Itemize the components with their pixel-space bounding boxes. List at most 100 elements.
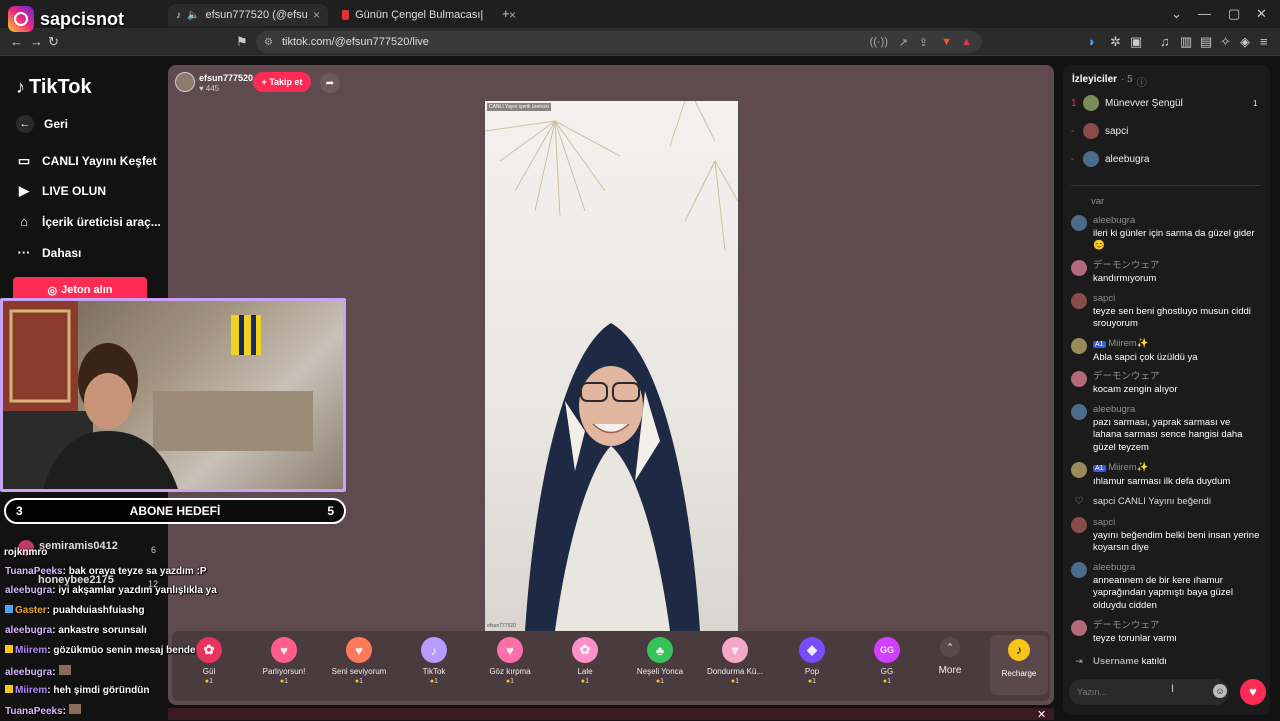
avatar[interactable] <box>1071 404 1087 420</box>
sidebar-icon[interactable]: ▥ <box>1180 28 1192 56</box>
wallet-icon[interactable]: ▤ <box>1200 28 1212 56</box>
bookmark-icon[interactable]: ⚑ <box>236 28 248 56</box>
tab-close-icon[interactable]: × <box>313 8 320 22</box>
screenshot-icon[interactable]: ▣ <box>1130 28 1142 56</box>
gift-cost: ●1 <box>655 678 665 685</box>
gift-seni-seviyorum[interactable]: ♥ Seni seviyorum ●1 <box>324 637 394 685</box>
cast-icon[interactable]: ((·)) <box>870 36 888 48</box>
gift-lale[interactable]: ✿ Lale ●1 <box>550 637 620 685</box>
divider <box>1071 185 1261 186</box>
subscriber-goal: 3 ABONE HEDEFİ 5 <box>4 498 346 524</box>
chat-message: デーモンウェア kandırmıyorum <box>1071 260 1261 285</box>
live-video[interactable]: CANLI Yayın içerik üreticisi efsun777520 <box>485 101 738 631</box>
host-avatar[interactable] <box>175 72 195 92</box>
avatar[interactable] <box>1071 462 1087 478</box>
forward-icon[interactable]: → <box>30 28 43 56</box>
avatar[interactable] <box>1071 371 1087 387</box>
like-heart-button[interactable]: ♥ <box>1240 679 1266 705</box>
follow-button[interactable]: + Takip et <box>253 72 311 92</box>
join-icon: ⇥ <box>1075 656 1083 666</box>
gift-gg[interactable]: GG GG ●1 <box>852 637 922 685</box>
viewer-row[interactable]: - aleebugra <box>1071 151 1149 167</box>
host-name[interactable]: efsun777520 <box>199 73 253 83</box>
leo-icon[interactable]: ✧ <box>1220 28 1231 56</box>
badge-icon <box>5 605 13 613</box>
chat-input[interactable]: Yazın... I ☺ <box>1069 679 1229 705</box>
reload-icon[interactable]: ↻ <box>48 28 59 56</box>
heart-icon: ♥ <box>199 84 204 93</box>
overlay-chat-line: TuanaPeeks: <box>5 704 81 717</box>
level-badge: A1 <box>1093 341 1106 348</box>
external-icon[interactable]: ↗ <box>899 36 908 49</box>
tab-tiktok[interactable]: ♪ 🔈 efsun777520 (@efsun777520) × <box>168 4 328 26</box>
avatar[interactable] <box>1071 260 1087 276</box>
tab-close-icon[interactable]: × <box>509 8 516 22</box>
gift-pop[interactable]: ◆ Pop ●1 <box>777 637 847 685</box>
chat-message: デーモンウェア kocam zengin alıyor <box>1071 371 1261 396</box>
viewer-row[interactable]: 1 Münevver Şengül 1 <box>1071 95 1257 111</box>
new-tab-button[interactable]: + <box>502 0 510 28</box>
arrow-left-icon: ← <box>16 115 34 133</box>
chat-message: A1 Miirem✨ Abla sapci çok üzüldü ya <box>1071 338 1261 364</box>
address-bar[interactable]: ⚙ tiktok.com/@efsun777520/live ((·)) ↗ ⇪… <box>256 31 982 53</box>
maximize-icon[interactable]: ▢ <box>1228 0 1240 28</box>
gift-cost: ●1 <box>505 678 515 685</box>
tab-bulmaca[interactable]: Günün Çengel Bulmacası| HT Bulmac <box>334 4 494 26</box>
menu-icon[interactable]: ≡ <box>1260 28 1268 56</box>
avatar[interactable] <box>1071 215 1087 231</box>
coin-recharge-icon: ♪ <box>1008 639 1030 661</box>
share-icon[interactable]: ⇪ <box>919 36 928 49</box>
emoji-icon[interactable]: ☺ <box>1213 684 1227 698</box>
more-gifts-button[interactable]: ⌃ More <box>920 637 980 676</box>
gift-dondurma[interactable]: ▼ Dondurma Kü... ●1 <box>700 637 770 685</box>
vpn-icon[interactable]: ◈ <box>1240 28 1250 56</box>
gift-parliyorsun[interactable]: ♥ Parlıyorsun! ●1 <box>249 637 319 685</box>
gift-bar: ✿ Gül ●1 ♥ Parlıyorsun! ●1 ♥ Seni seviyo… <box>172 631 1050 701</box>
viewer-row[interactable]: - sapci <box>1071 123 1128 139</box>
chat-message: aleebugra anneannem de bir kere ıhamur ya… <box>1071 562 1261 612</box>
chat-message: デーモンウェア teyze torunlar varmı <box>1071 620 1261 645</box>
back-icon[interactable]: ← <box>10 28 23 56</box>
recharge-button[interactable]: ♪ Recharge <box>990 635 1048 695</box>
overlay-chat-line: Gaster: puahduiashfuiashg <box>5 605 144 616</box>
gg-icon: GG <box>874 637 900 663</box>
close-window-icon[interactable]: ✕ <box>1256 0 1267 28</box>
avatar[interactable] <box>1071 562 1087 578</box>
avatar[interactable] <box>1071 293 1087 309</box>
coin-icon: ◎ <box>47 284 58 297</box>
close-banner-icon[interactable]: ✕ <box>1037 708 1046 721</box>
overlay-chat-line: Miirem: heh şimdi göründün <box>5 685 149 696</box>
avatar[interactable] <box>1071 517 1087 533</box>
gift-cost: ●1 <box>730 678 740 685</box>
nav-go-live[interactable]: ▶ LIVE OLUN <box>16 183 106 199</box>
site-info-icon[interactable]: ⚙ <box>264 37 273 48</box>
tiktok-logo[interactable]: ♪ TikTok <box>16 76 92 99</box>
wink-gift-icon: ♥ <box>497 637 523 663</box>
gift-goz-kirpma[interactable]: ♥ Göz kırpma ●1 <box>475 637 545 685</box>
level-badge: A1 <box>1093 465 1106 472</box>
gift-tiktok[interactable]: ♪ TikTok ●1 <box>399 637 469 685</box>
rewards-icon[interactable]: ▲ <box>961 36 972 48</box>
avatar <box>1083 151 1099 167</box>
avatar[interactable] <box>1071 620 1087 636</box>
avatar[interactable] <box>1071 338 1087 354</box>
info-icon[interactable]: ⓘ <box>1137 74 1147 89</box>
nav-explore-live[interactable]: ▭ CANLI Yayını Keşfet <box>16 153 157 169</box>
home-icon: ⌂ <box>20 214 28 229</box>
brave-shield-icon[interactable]: ▼ <box>941 36 952 48</box>
music-icon[interactable]: ♫ <box>1160 28 1170 56</box>
extensions-icon[interactable]: ✲ <box>1110 28 1121 56</box>
minimize-icon[interactable]: — <box>1198 0 1211 28</box>
tiktok-tab-icon: ♪ <box>176 9 181 21</box>
heart-outline-icon: ♡ <box>1074 496 1084 507</box>
audio-icon[interactable]: ◗ <box>1088 28 1096 56</box>
gift-neseli-yonca[interactable]: ♣ Neşeli Yonca ●1 <box>625 637 695 685</box>
nav-creator-tools[interactable]: ⌂ İçerik üreticisi araç... <box>16 214 161 229</box>
bottom-banner <box>168 708 1054 720</box>
share-icon[interactable]: ➦ <box>320 73 340 93</box>
rose-icon: ✿ <box>196 637 222 663</box>
emote-icon <box>68 704 81 714</box>
nav-back[interactable]: ← Geri <box>16 115 68 133</box>
chevron-down-icon[interactable]: ⌄ <box>1171 0 1182 28</box>
nav-more[interactable]: ··· Dahası <box>16 245 82 260</box>
